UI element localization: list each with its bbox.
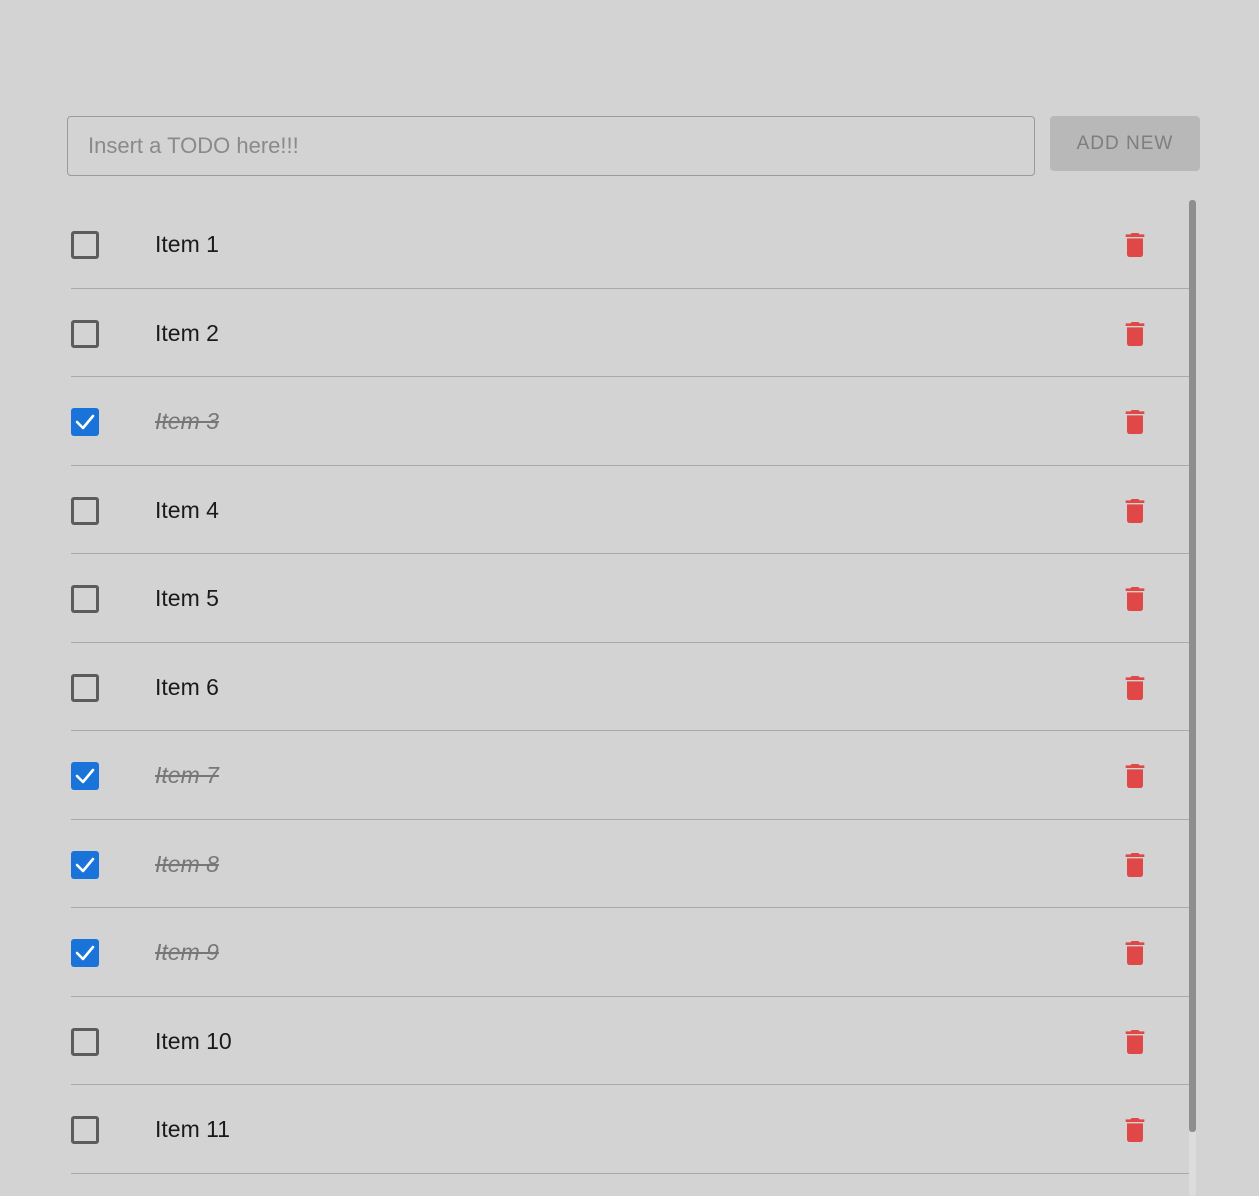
trash-icon xyxy=(1125,410,1145,434)
trash-icon xyxy=(1125,587,1145,611)
trash-icon xyxy=(1125,1029,1145,1054)
todo-item: Item 3 xyxy=(71,377,1189,466)
delete-button[interactable] xyxy=(1119,318,1151,350)
delete-button[interactable] xyxy=(1119,1026,1151,1058)
todo-item-label: Item 4 xyxy=(155,496,219,523)
check-icon xyxy=(75,768,95,784)
todo-item: Item 7 xyxy=(71,731,1189,820)
todo-item: Item 2 xyxy=(71,289,1189,377)
checkbox-checked[interactable] xyxy=(71,939,99,967)
trash-icon xyxy=(1125,764,1145,788)
checkbox-unchecked[interactable] xyxy=(71,1116,99,1144)
todo-item-label: Item 10 xyxy=(155,1027,232,1054)
delete-button[interactable] xyxy=(1119,495,1151,527)
checkbox-unchecked[interactable] xyxy=(71,1027,99,1056)
todo-item: Item 6 xyxy=(71,643,1189,731)
delete-button[interactable] xyxy=(1119,849,1151,881)
trash-icon xyxy=(1125,852,1145,877)
trash-icon xyxy=(1125,1118,1145,1142)
checkbox-unchecked[interactable] xyxy=(71,319,99,348)
checkbox-unchecked[interactable] xyxy=(71,496,99,525)
todo-item: Item 4 xyxy=(71,466,1189,554)
checkbox-checked[interactable] xyxy=(71,408,99,436)
todo-item-label: Item 3 xyxy=(155,408,219,434)
scrollbar-track[interactable] xyxy=(1189,200,1196,1196)
todo-item-label: Item 8 xyxy=(155,850,219,877)
trash-icon xyxy=(1125,941,1145,965)
todo-item: Item 8 xyxy=(71,820,1189,908)
delete-button[interactable] xyxy=(1119,937,1151,969)
checkbox-checked[interactable] xyxy=(71,762,99,790)
delete-button[interactable] xyxy=(1119,406,1151,438)
trash-icon xyxy=(1125,321,1145,346)
delete-button[interactable] xyxy=(1119,229,1151,261)
checkbox-unchecked[interactable] xyxy=(71,673,99,702)
todo-item-label: Item 1 xyxy=(155,231,219,257)
todo-input[interactable] xyxy=(67,116,1035,176)
checkbox-unchecked[interactable] xyxy=(71,585,99,613)
todo-item: Item 1 xyxy=(71,200,1189,289)
todo-item: Item 9 xyxy=(71,908,1189,997)
checkbox-unchecked[interactable] xyxy=(71,231,99,259)
checkbox-checked[interactable] xyxy=(71,850,99,879)
todo-item: Item 11 xyxy=(71,1085,1189,1174)
delete-button[interactable] xyxy=(1119,672,1151,704)
todo-list: Item 1 Item 2 Item 3 Item 4 Item 5 Item 6 Item… xyxy=(71,200,1189,1174)
todo-item-label: Item 5 xyxy=(155,585,219,611)
check-icon xyxy=(75,414,95,430)
scrollbar-thumb[interactable] xyxy=(1189,200,1196,1132)
todo-item-label: Item 11 xyxy=(155,1116,230,1142)
todo-item: Item 10 xyxy=(71,997,1189,1085)
check-icon xyxy=(75,857,95,872)
add-new-button[interactable]: ADD NEW xyxy=(1050,116,1200,171)
trash-icon xyxy=(1125,233,1145,257)
todo-item-label: Item 2 xyxy=(155,319,219,346)
delete-button[interactable] xyxy=(1119,760,1151,792)
todo-item-label: Item 6 xyxy=(155,673,219,700)
delete-button[interactable] xyxy=(1119,583,1151,615)
trash-icon xyxy=(1125,675,1145,700)
delete-button[interactable] xyxy=(1119,1114,1151,1146)
todo-item: Item 5 xyxy=(71,554,1189,643)
todo-list-container[interactable]: Item 1 Item 2 Item 3 Item 4 Item 5 Item 6 Item… xyxy=(71,200,1197,1196)
trash-icon xyxy=(1125,498,1145,523)
check-icon xyxy=(75,945,95,961)
todo-item-label: Item 7 xyxy=(155,762,219,788)
todo-item-label: Item 9 xyxy=(155,939,219,965)
todo-app: ADD NEW Item 1Item 2Item 3Item 4Item 5It… xyxy=(0,0,1259,1196)
